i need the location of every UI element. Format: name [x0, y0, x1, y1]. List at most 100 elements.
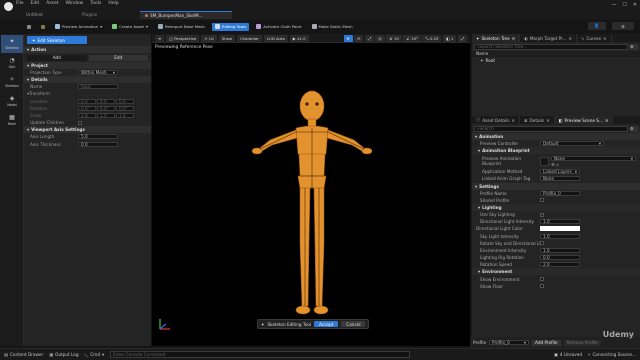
- location-y[interactable]: 0.0: [97, 98, 115, 104]
- lod-button[interactable]: LOD Auto: [263, 34, 288, 42]
- close-icon[interactable]: ✕: [633, 2, 637, 8]
- section-details[interactable]: ▾ Details: [24, 76, 151, 84]
- location-x[interactable]: 0.0: [78, 98, 96, 104]
- section-action[interactable]: ▾ Action: [24, 46, 151, 53]
- settings-button[interactable]: ⚙: [630, 125, 638, 132]
- axis-thickness-field[interactable]: 0.0: [78, 141, 118, 147]
- scale-snap[interactable]: ⤡ 0.25: [422, 35, 442, 42]
- rotation-snap[interactable]: ∠ 10°: [403, 35, 421, 42]
- tree-item-root[interactable]: ✦ Root: [472, 57, 640, 64]
- env-intensity-field[interactable]: 1.0: [540, 247, 580, 253]
- transform-header[interactable]: ▾ Transform: [24, 90, 151, 97]
- mode-button[interactable]: ⚙: [612, 22, 634, 30]
- source-control-button[interactable]: ⑂ Connecting Source...: [588, 352, 636, 357]
- use-sky-lighting-checkbox[interactable]: ✓: [540, 212, 544, 217]
- menu-tools[interactable]: Tools: [90, 1, 101, 6]
- unsaved-button[interactable]: ▣ 4 Unsaved: [554, 352, 582, 357]
- camera-speed[interactable]: ◧ 1: [442, 35, 457, 42]
- section-viewport-axis[interactable]: ▾ Viewport Axis Settings: [24, 126, 151, 134]
- show-button[interactable]: Show: [218, 34, 236, 42]
- menu-asset[interactable]: Asset: [46, 1, 58, 6]
- grid-snap[interactable]: #10: [386, 35, 402, 42]
- browse-button[interactable]: [38, 23, 48, 31]
- menu-edit[interactable]: Edit: [31, 1, 40, 6]
- scale-y[interactable]: 1.0: [97, 113, 115, 119]
- menu-file[interactable]: File: [16, 1, 24, 6]
- rotation-y[interactable]: 0.0°: [97, 105, 115, 111]
- preview-controller-dropdown[interactable]: Default ▾: [540, 141, 604, 147]
- console-input[interactable]: Enter Console Command: [110, 351, 411, 358]
- preview-animation-button[interactable]: Preview Animation ▾: [52, 23, 105, 31]
- dir-light-intensity-field[interactable]: 1.0: [540, 219, 580, 225]
- close-icon[interactable]: ✕: [512, 36, 516, 41]
- profile-name-field[interactable]: Profile_0: [540, 190, 580, 196]
- update-children-checkbox[interactable]: [78, 120, 82, 125]
- maximize-icon[interactable]: ☐: [622, 2, 626, 8]
- add-profile-button[interactable]: Add Profile: [532, 339, 561, 346]
- make-static-mesh-button[interactable]: Make Static Mesh: [309, 23, 356, 31]
- location-z[interactable]: 0.0: [116, 98, 134, 104]
- cmd-button[interactable]: ›_ Cmd ▾: [85, 352, 105, 357]
- application-method-dropdown[interactable]: Linked Layers ▾: [540, 169, 580, 175]
- viewport-menu-button[interactable]: ≡: [155, 34, 165, 42]
- rotation-z[interactable]: 0.0°: [116, 105, 134, 111]
- playback-speed-button[interactable]: ▶ x1.0: [289, 34, 309, 42]
- rotate-sky-checkbox[interactable]: [540, 241, 544, 246]
- mannequin-character[interactable]: [232, 84, 392, 324]
- sky-light-intensity-field[interactable]: 1.0: [540, 233, 580, 239]
- rotation-speed-field[interactable]: 2.0: [540, 262, 580, 268]
- rotate-tool[interactable]: ⟳: [354, 35, 364, 42]
- asset-tab[interactable]: SM_BumpesMan_SkelM...: [140, 11, 232, 19]
- section-project[interactable]: ▾ Project: [24, 62, 151, 69]
- select-tool[interactable]: ✥: [343, 35, 353, 42]
- details-search-input[interactable]: ⌕ Search: [474, 125, 628, 132]
- lighting-rig-field[interactable]: 0.0: [540, 255, 580, 261]
- skeleton-search-input[interactable]: ⌕ Search Skeleton Tree...: [474, 43, 628, 50]
- tab-preview-scene-settings[interactable]: ◧ Preview Scene S... ✕: [554, 116, 614, 124]
- unreal-logo-icon[interactable]: [4, 2, 13, 11]
- menu-help[interactable]: Help: [108, 1, 118, 6]
- close-icon[interactable]: ✕: [512, 118, 516, 123]
- rail-item-skin[interactable]: ◔ Skin: [1, 54, 23, 72]
- shared-profile-checkbox[interactable]: [540, 198, 544, 203]
- reimport-base-mesh-button[interactable]: Reimport Base Mesh: [155, 23, 208, 31]
- character-button[interactable]: Character: [237, 34, 262, 42]
- minimize-icon[interactable]: —: [611, 2, 616, 8]
- create-asset-button[interactable]: Create Asset ▾: [109, 23, 151, 31]
- accept-button[interactable]: Accept: [314, 321, 339, 327]
- tab-curves[interactable]: ∿ Curves ✕: [577, 34, 612, 42]
- cancel-button[interactable]: Cancel: [341, 321, 366, 327]
- section-animation-blueprint[interactable]: ▾ Animation Blueprint: [472, 147, 640, 155]
- dir-light-color-swatch[interactable]: [540, 226, 580, 232]
- section-settings[interactable]: ▾ Settings: [472, 182, 640, 190]
- show-environment-checkbox[interactable]: [540, 277, 544, 282]
- viewport[interactable]: ≡ ◫ Perspective ☼ Lit Show Character LOD A…: [152, 34, 470, 346]
- profile-dropdown[interactable]: Profile_0 ▾: [489, 340, 530, 345]
- activate-cloth-paint-button[interactable]: Activate Cloth Paint: [253, 23, 304, 31]
- person-button[interactable]: 👤: [588, 22, 606, 30]
- tree-empty-area[interactable]: [472, 64, 640, 116]
- lit-button[interactable]: ☼ Lit: [201, 34, 217, 42]
- world-local-toggle[interactable]: ◎: [375, 35, 385, 42]
- rail-item-mesh[interactable]: ▦ Mesh: [1, 111, 23, 129]
- browse-icon[interactable]: ⌕: [557, 162, 559, 167]
- section-lighting[interactable]: ▾ Lighting: [472, 203, 640, 211]
- close-icon[interactable]: ✕: [605, 118, 609, 123]
- rail-item-model[interactable]: ◈ Model: [1, 92, 23, 110]
- tab-asset-details[interactable]: ⓘ Asset Details ✕: [472, 116, 521, 124]
- arrow-left-icon[interactable]: ⟲: [551, 162, 555, 167]
- tab-skeleton-tree[interactable]: ✦ Skeleton Tree ✕: [472, 34, 521, 42]
- scale-x[interactable]: 1.0: [78, 113, 96, 119]
- rotation-x[interactable]: 0.0°: [78, 105, 96, 111]
- close-icon[interactable]: ✕: [546, 118, 550, 123]
- axis-length-field[interactable]: 5.0: [78, 134, 118, 140]
- tab-edit[interactable]: Edit: [88, 54, 148, 61]
- linked-graph-tag-field[interactable]: None: [540, 176, 580, 182]
- edit-skeleton-button[interactable]: ✦ Edit Skeleton: [27, 36, 87, 44]
- output-log-button[interactable]: ▦ Output Log: [49, 352, 78, 357]
- projection-dropdown[interactable]: Within Mesh ▾: [78, 70, 118, 76]
- tab-details[interactable]: ≣ Details ✕: [520, 116, 555, 124]
- section-environment[interactable]: ▾ Environment: [472, 268, 640, 276]
- anim-bp-picker[interactable]: None ▾: [551, 155, 636, 161]
- rail-item-skeleton-2[interactable]: ✧ Skeleton: [1, 73, 23, 91]
